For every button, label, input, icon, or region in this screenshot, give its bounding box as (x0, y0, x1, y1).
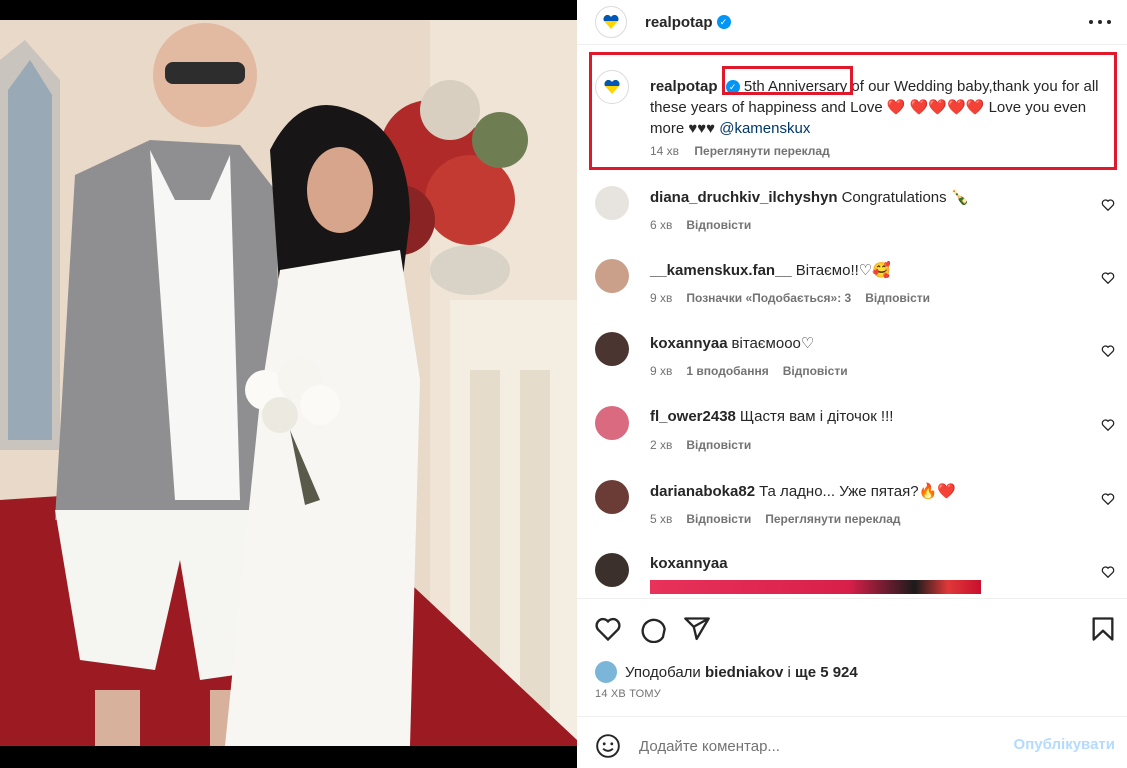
comment-meta: 5 хв Відповісти Переглянути переклад (650, 512, 915, 526)
comment-text: Щастя вам і діточок !!! (739, 408, 894, 425)
like-comment-heart-icon[interactable] (1101, 198, 1115, 212)
ukraine-heart-icon (603, 15, 619, 29)
post-comment-button[interactable]: Опублікувати (1014, 736, 1115, 753)
comment-input[interactable] (639, 736, 999, 756)
liker-username[interactable]: biedniakov (705, 664, 783, 681)
heart-icon[interactable] (594, 615, 622, 643)
comment-time[interactable]: 9 хв (650, 364, 672, 378)
comment-body: __kamenskux.fan__ Вітаємо!!♡🥰 (650, 261, 891, 279)
comment-body: fl_ower2438 Щастя вам і діточок !!! (650, 408, 893, 425)
post-image (0, 0, 577, 768)
post-photo[interactable] (0, 0, 577, 768)
author-username[interactable]: realpotap (645, 14, 713, 31)
commenter-avatar[interactable] (595, 406, 629, 440)
translate-link[interactable]: Переглянути переклад (765, 512, 900, 526)
comment-text: Та ладно... Уже пятая?🔥❤️ (759, 483, 956, 500)
comment-username[interactable]: koxannyaa (650, 335, 728, 352)
comment-time[interactable]: 6 хв (650, 218, 672, 232)
reply-button[interactable]: Відповісти (686, 438, 751, 452)
comment-time[interactable]: 5 хв (650, 512, 672, 526)
comment-text: Вітаємо!!♡🥰 (795, 262, 891, 279)
comment-likes[interactable]: Позначки «Подобається»: 3 (686, 291, 851, 305)
highlight-box-inner (722, 66, 853, 95)
likes-count[interactable]: ще 5 924 (795, 664, 858, 681)
author-avatar[interactable] (595, 6, 627, 38)
post-sidebar: realpotap ✓ realpotap ✓ 5th Anniversary … (577, 0, 1127, 768)
post-time[interactable]: 14 ХВ ТОМУ (595, 688, 661, 700)
share-icon[interactable] (683, 615, 711, 643)
comment-item: diana_druchkiv_ilchyshyn Congratulations … (595, 186, 1115, 246)
comment-item: koxannyaa вітаємооо♡ 9 хв 1 вподобання Відп… (595, 332, 1115, 392)
commenter-avatar[interactable] (595, 259, 629, 293)
comment-image-preview[interactable] (650, 580, 981, 594)
reply-button[interactable]: Відповісти (783, 364, 848, 378)
commenter-avatar[interactable] (595, 332, 629, 366)
likes-middle: і (787, 663, 791, 681)
verified-icon: ✓ (716, 15, 731, 29)
likes-prefix: Уподобали (625, 663, 701, 681)
comment-item: darianaboka82 Та ладно... Уже пятая?🔥❤️ 5… (595, 480, 1115, 540)
comment-username[interactable]: darianaboka82 (650, 483, 755, 500)
comment-text: Congratulations 🍾 (841, 189, 970, 206)
reply-button[interactable]: Відповісти (865, 291, 930, 305)
more-icon[interactable] (1089, 12, 1111, 32)
commenter-avatar[interactable] (595, 553, 629, 587)
post-header: realpotap ✓ (577, 0, 1127, 44)
comment-body: diana_druchkiv_ilchyshyn Congratulations … (650, 188, 970, 206)
highlight-box-outer (589, 52, 1117, 170)
comment-username[interactable]: __kamenskux.fan__ (650, 262, 792, 279)
reply-button[interactable]: Відповісти (686, 218, 751, 232)
add-comment-bar: Опублікувати (577, 724, 1127, 768)
commenter-avatar[interactable] (595, 480, 629, 514)
like-comment-heart-icon[interactable] (1101, 418, 1115, 432)
comment-item: __kamenskux.fan__ Вітаємо!!♡🥰 9 хв Позначк… (595, 259, 1115, 319)
comment-item: fl_ower2438 Щастя вам і діточок !!! 2 хв В… (595, 406, 1115, 466)
like-comment-heart-icon[interactable] (1101, 271, 1115, 285)
comment-meta: 9 хв Позначки «Подобається»: 3 Відповісти (650, 291, 944, 305)
comment-username[interactable]: koxannyaa (650, 555, 728, 572)
likes-summary: Уподобали biedniakov і ще 5 924 (595, 661, 858, 683)
comment-body: koxannyaa (650, 555, 732, 572)
comment-username[interactable]: fl_ower2438 (650, 408, 736, 425)
like-comment-heart-icon[interactable] (1101, 565, 1115, 579)
comment-meta: 6 хв Відповісти (650, 218, 765, 232)
comment-time[interactable]: 9 хв (650, 291, 672, 305)
comment-body: koxannyaa вітаємооо♡ (650, 334, 814, 352)
divider (577, 44, 1127, 45)
comment-username[interactable]: diana_druchkiv_ilchyshyn (650, 189, 838, 206)
like-comment-heart-icon[interactable] (1101, 344, 1115, 358)
reply-button[interactable]: Відповісти (686, 512, 751, 526)
post-actions (577, 610, 1127, 646)
comment-body: darianaboka82 Та ладно... Уже пятая?🔥❤️ (650, 482, 956, 500)
divider (577, 598, 1127, 599)
comment-meta: 9 хв 1 вподобання Відповісти (650, 364, 862, 378)
divider (577, 716, 1127, 717)
comment-text: вітаємооо♡ (731, 335, 815, 352)
comment-meta: 2 хв Відповісти (650, 438, 765, 452)
bookmark-icon[interactable] (1089, 615, 1117, 643)
comment-icon[interactable] (639, 615, 667, 643)
emoji-icon[interactable] (595, 733, 621, 759)
comment-time[interactable]: 2 хв (650, 438, 672, 452)
commenter-avatar[interactable] (595, 186, 629, 220)
liker-avatar[interactable] (595, 661, 617, 683)
like-comment-heart-icon[interactable] (1101, 492, 1115, 506)
comment-likes[interactable]: 1 вподобання (686, 364, 768, 378)
